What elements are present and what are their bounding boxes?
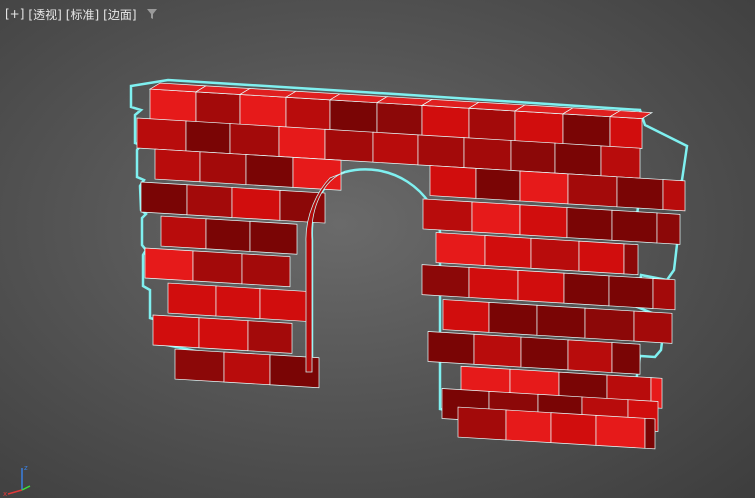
brick bbox=[167, 282, 217, 317]
brick bbox=[215, 285, 261, 319]
brick bbox=[505, 409, 552, 444]
brick bbox=[457, 406, 507, 441]
brick bbox=[562, 113, 611, 148]
brick bbox=[285, 96, 331, 131]
brick-wall-scene[interactable] bbox=[0, 0, 755, 498]
brick bbox=[611, 342, 641, 375]
brick bbox=[633, 310, 673, 344]
brick bbox=[488, 301, 538, 336]
brick bbox=[519, 170, 569, 205]
brick bbox=[231, 187, 281, 221]
brick bbox=[185, 120, 231, 154]
brick bbox=[463, 137, 512, 171]
viewport-label-bar: [+] [透视] [标准] [边面] bbox=[4, 4, 158, 24]
brick bbox=[192, 250, 243, 285]
viewport-shading-label[interactable]: [标准] bbox=[65, 6, 100, 23]
filter-icon[interactable] bbox=[146, 8, 158, 20]
brick bbox=[372, 131, 419, 166]
brick bbox=[376, 102, 423, 136]
brick bbox=[160, 215, 207, 250]
brick bbox=[324, 128, 374, 163]
brick bbox=[468, 107, 516, 142]
brick bbox=[652, 278, 676, 311]
brick bbox=[198, 317, 249, 352]
axis-gizmo-icon: z x bbox=[3, 464, 31, 498]
brick bbox=[550, 412, 597, 446]
brick bbox=[199, 151, 247, 185]
brick bbox=[519, 204, 568, 238]
brick bbox=[475, 167, 521, 202]
brick bbox=[140, 181, 188, 216]
brick bbox=[563, 272, 610, 307]
brick bbox=[567, 339, 613, 373]
brick bbox=[174, 348, 225, 383]
brick bbox=[595, 414, 646, 449]
viewport-display-mode-label[interactable]: [边面] bbox=[102, 6, 137, 23]
brick bbox=[136, 117, 187, 152]
brick-wall bbox=[136, 82, 686, 450]
brick bbox=[520, 336, 569, 371]
brick bbox=[427, 331, 475, 365]
brick bbox=[154, 148, 201, 183]
brick bbox=[421, 264, 470, 298]
brick bbox=[195, 91, 241, 125]
brick bbox=[223, 351, 271, 386]
brick bbox=[259, 288, 308, 322]
brick bbox=[611, 209, 658, 244]
brick bbox=[245, 154, 294, 188]
brick bbox=[417, 134, 465, 168]
brick bbox=[484, 235, 532, 269]
brick bbox=[662, 179, 686, 212]
brick bbox=[292, 156, 342, 191]
brick bbox=[249, 221, 298, 255]
brick bbox=[429, 165, 477, 199]
brick bbox=[186, 184, 233, 218]
brick bbox=[329, 99, 378, 134]
brick bbox=[600, 145, 641, 179]
brick bbox=[554, 142, 602, 177]
brick bbox=[247, 320, 293, 354]
brick bbox=[616, 176, 664, 210]
brick bbox=[144, 247, 194, 282]
brick bbox=[278, 126, 326, 160]
brick bbox=[567, 173, 618, 208]
brick bbox=[578, 240, 625, 275]
brick bbox=[152, 314, 200, 349]
brick bbox=[584, 307, 635, 342]
brick bbox=[422, 198, 473, 233]
brick bbox=[623, 243, 639, 276]
brick bbox=[536, 304, 586, 339]
brick bbox=[530, 237, 580, 272]
brick bbox=[517, 270, 565, 304]
brick bbox=[608, 275, 654, 309]
brick bbox=[421, 105, 470, 139]
brick bbox=[566, 207, 613, 241]
brick bbox=[609, 116, 643, 149]
brick bbox=[229, 123, 280, 157]
brick bbox=[644, 417, 656, 450]
brick bbox=[473, 333, 522, 368]
perspective-viewport[interactable]: [+] [透视] [标准] [边面] z x bbox=[0, 0, 755, 498]
svg-text:z: z bbox=[24, 464, 28, 472]
brick bbox=[435, 232, 486, 266]
brick bbox=[205, 218, 251, 252]
brick bbox=[656, 212, 681, 245]
brick bbox=[239, 94, 287, 128]
brick bbox=[510, 140, 556, 174]
viewport-menu-plus[interactable]: [+] bbox=[4, 7, 25, 21]
brick bbox=[514, 110, 564, 145]
brick bbox=[241, 253, 291, 288]
viewport-pov-label[interactable]: [透视] bbox=[27, 6, 62, 23]
brick bbox=[471, 201, 521, 236]
brick bbox=[442, 299, 490, 333]
brick bbox=[149, 88, 197, 123]
svg-text:x: x bbox=[3, 490, 7, 498]
brick bbox=[468, 267, 519, 301]
